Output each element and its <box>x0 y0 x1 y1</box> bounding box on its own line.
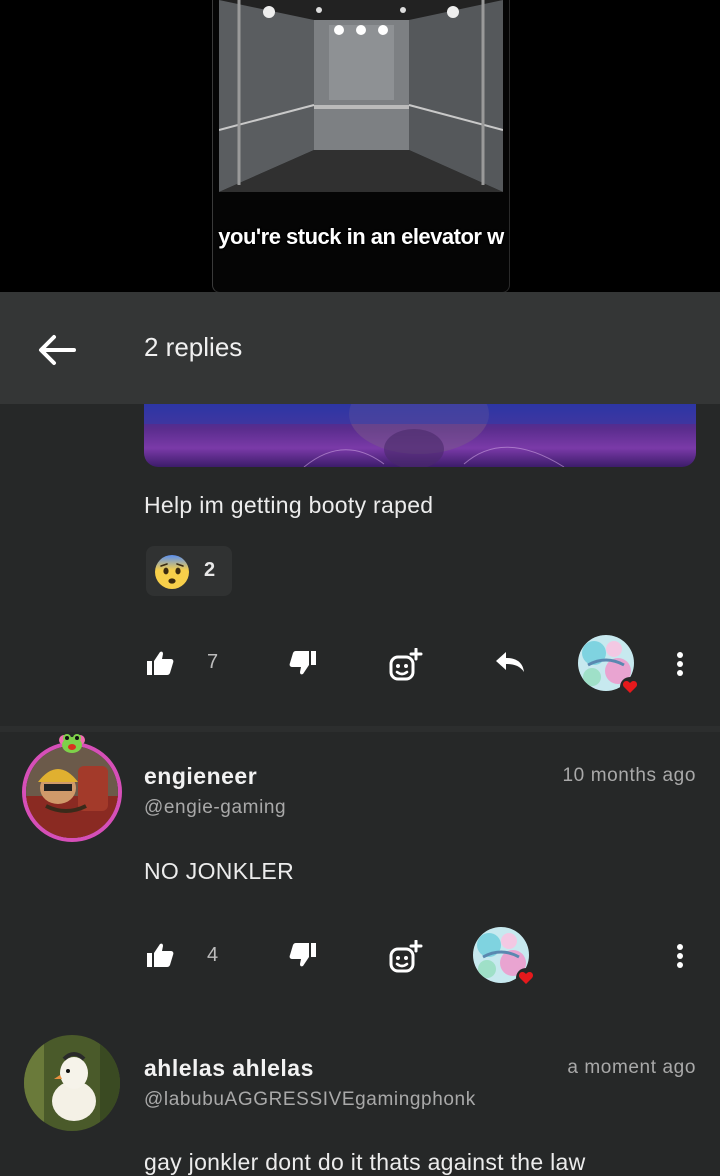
add-reaction-icon[interactable] <box>388 648 424 682</box>
timestamp: 10 months ago <box>562 765 696 786</box>
back-arrow-icon[interactable] <box>32 330 80 370</box>
comment-image[interactable] <box>144 404 696 467</box>
like-icon[interactable] <box>146 942 174 968</box>
heart-badge <box>620 677 640 697</box>
timestamp: a moment ago <box>567 1057 696 1078</box>
replies-header <box>0 292 720 404</box>
video-caption: you're stuck in an elevator w <box>218 224 504 249</box>
video-thumbnail <box>219 0 503 192</box>
comment-text: gay jonkler dont do it thats against the… <box>144 1149 586 1175</box>
dislike-icon[interactable] <box>289 650 317 676</box>
user-name[interactable]: ahlelas ahlelas <box>144 1055 314 1082</box>
heart-icon <box>622 681 638 693</box>
more-options-icon[interactable] <box>676 943 684 969</box>
avatar-frog-badge-icon <box>59 734 85 753</box>
user-avatar[interactable] <box>24 1035 120 1131</box>
comment-text: Help im getting booty raped <box>144 492 434 518</box>
heart-icon <box>518 972 534 984</box>
heart-badge <box>516 968 536 988</box>
user-handle[interactable]: @labubuAGGRESSIVEgamingphonk <box>144 1089 476 1111</box>
user-name[interactable]: engieneer <box>144 763 257 790</box>
user-handle[interactable]: @engie-gaming <box>144 797 286 819</box>
video-frame: you're stuck in an elevator w <box>212 0 510 293</box>
like-count: 4 <box>207 944 219 966</box>
dislike-icon[interactable] <box>289 942 317 968</box>
user-avatar[interactable] <box>22 742 122 842</box>
comment-text: NO JONKLER <box>144 858 294 884</box>
reaction-chip[interactable]: 2 <box>146 546 232 596</box>
like-count: 7 <box>207 651 219 673</box>
anxious-face-icon <box>155 555 189 589</box>
page-title: 2 replies <box>144 332 243 362</box>
add-reaction-icon[interactable] <box>388 940 424 974</box>
video-player[interactable]: you're stuck in an elevator w <box>0 0 720 293</box>
reaction-count: 2 <box>204 559 216 581</box>
divider <box>0 726 720 732</box>
reply-icon[interactable] <box>494 650 526 674</box>
more-options-icon[interactable] <box>676 651 684 677</box>
like-icon[interactable] <box>146 650 174 676</box>
